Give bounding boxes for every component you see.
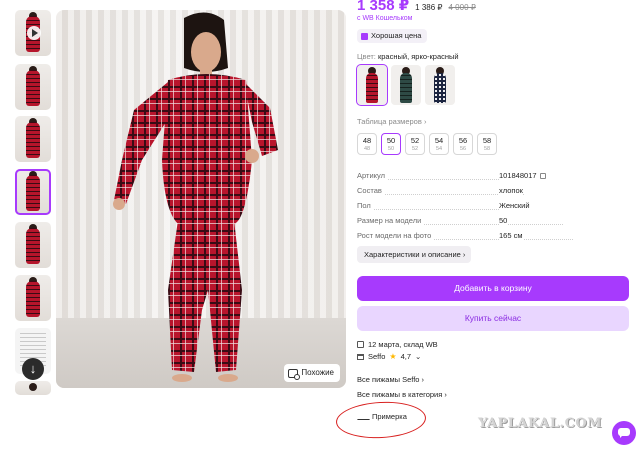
seller-rating: 4,7: [400, 352, 411, 361]
all-category-link[interactable]: Все пижамы в категория ›: [357, 390, 447, 399]
wallet-note: с WB Кошельком: [357, 15, 413, 22]
good-price-badge[interactable]: Хорошая цена: [357, 29, 428, 43]
article-number[interactable]: 101848017: [499, 168, 546, 183]
delivery-info: 12 марта, склад WB: [357, 340, 438, 349]
thumbnail-5[interactable]: [15, 222, 51, 268]
copy-icon[interactable]: [539, 173, 546, 179]
box-icon: [357, 341, 364, 348]
watermark: YAPLAKAL.COM: [478, 416, 603, 431]
spec-table: Артикул 101848017 Состав хлопок Пол Женский…: [357, 168, 629, 243]
color-value: красный, ярко-красный: [377, 52, 459, 61]
spec-row: Рост модели на фото 165 см: [357, 228, 629, 243]
price-wb: 1 386 ₽: [415, 3, 443, 12]
size-option-52[interactable]: 52 52: [405, 133, 425, 155]
image-search-icon: [288, 368, 301, 380]
thumbnail-6[interactable]: [15, 275, 51, 321]
hanger-icon: [357, 413, 368, 420]
seller-name: Seffo: [368, 352, 386, 361]
size-table-link[interactable]: Таблица размеров ›: [357, 117, 426, 126]
price-old: 4 000 ₽: [448, 3, 476, 12]
color-swatch-red[interactable]: [356, 64, 388, 106]
play-icon: [27, 26, 41, 40]
size-option-50[interactable]: 50 50: [381, 133, 401, 155]
arrow-down-icon[interactable]: ↓: [22, 358, 44, 380]
thumbnail-8[interactable]: [15, 381, 51, 395]
add-to-cart-button[interactable]: Добавить в корзину: [357, 276, 629, 301]
price-current: 1 358 ₽: [357, 0, 410, 14]
size-option-48[interactable]: 48 48: [357, 133, 377, 155]
thumbs-up-icon: [361, 32, 368, 40]
similar-button[interactable]: Похожие: [284, 364, 340, 382]
try-on-button[interactable]: Примерка: [357, 412, 407, 421]
thumbnail-3[interactable]: [15, 116, 51, 162]
color-swatch-green[interactable]: [391, 65, 421, 105]
spec-row: Артикул 101848017: [357, 168, 629, 183]
all-seller-link[interactable]: Все пижамы Seffo ›: [357, 375, 424, 384]
buy-now-button[interactable]: Купить сейчас: [357, 306, 629, 331]
size-option-54[interactable]: 54 54: [429, 133, 449, 155]
shop-icon: [357, 353, 364, 360]
chevron-down-icon: ⌄: [415, 352, 422, 361]
chat-icon[interactable]: [612, 421, 636, 445]
main-product-photo[interactable]: Похожие: [56, 10, 346, 388]
size-option-58[interactable]: 58 58: [477, 133, 497, 155]
spec-row: Пол Женский: [357, 198, 629, 213]
color-swatches: [356, 64, 455, 106]
color-swatch-navy-dots[interactable]: [425, 65, 455, 105]
thumbnail-video[interactable]: [15, 10, 51, 56]
thumbnail-4-active[interactable]: [15, 169, 51, 215]
model-figure: [113, 12, 278, 382]
spec-row: Размер на модели 50: [357, 213, 629, 228]
color-label: Цвет: красный, ярко-красный: [357, 52, 459, 61]
size-option-56[interactable]: 56 56: [453, 133, 473, 155]
characteristics-button[interactable]: Характеристики и описание ›: [357, 246, 472, 263]
price-row: 1 358 ₽ 1 386 ₽ 4 000 ₽: [357, 0, 476, 14]
spec-row: Состав хлопок: [357, 183, 629, 198]
thumbnail-2[interactable]: [15, 64, 51, 110]
star-icon: ★: [389, 352, 397, 361]
size-selector: 48 48 50 50 52 52 54 54 56 56 58 58: [357, 133, 497, 155]
seller-info[interactable]: Seffo ★ 4,7 ⌄: [357, 352, 421, 361]
